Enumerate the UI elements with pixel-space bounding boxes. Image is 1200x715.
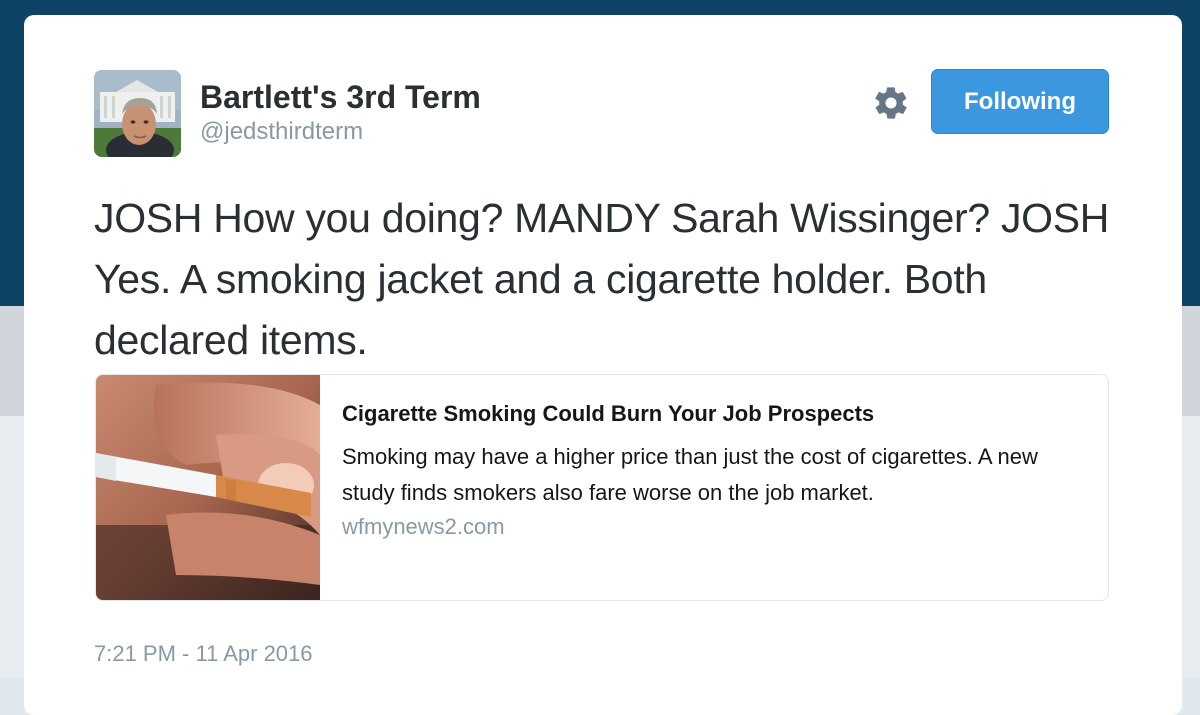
link-domain[interactable]: wfmynews2.com [342,514,505,540]
avatar-photo-icon [94,70,181,157]
link-preview-card[interactable]: Cigarette Smoking Could Burn Your Job Pr… [95,374,1109,601]
display-name[interactable]: Bartlett's 3rd Term [200,79,481,116]
link-title[interactable]: Cigarette Smoking Could Burn Your Job Pr… [342,401,874,427]
link-description: Smoking may have a higher price than jus… [342,444,1038,505]
tweet-text: JOSH How you doing? MANDY Sarah Wissinge… [94,195,1110,363]
gear-icon[interactable] [872,84,910,122]
following-button[interactable]: Following [931,69,1109,134]
avatar[interactable] [94,70,181,157]
tweet-timestamp[interactable]: 7:21 PM - 11 Apr 2016 [94,641,313,667]
cigarette-photo-icon [96,375,320,600]
user-handle[interactable]: @jedsthirdterm [200,118,363,146]
